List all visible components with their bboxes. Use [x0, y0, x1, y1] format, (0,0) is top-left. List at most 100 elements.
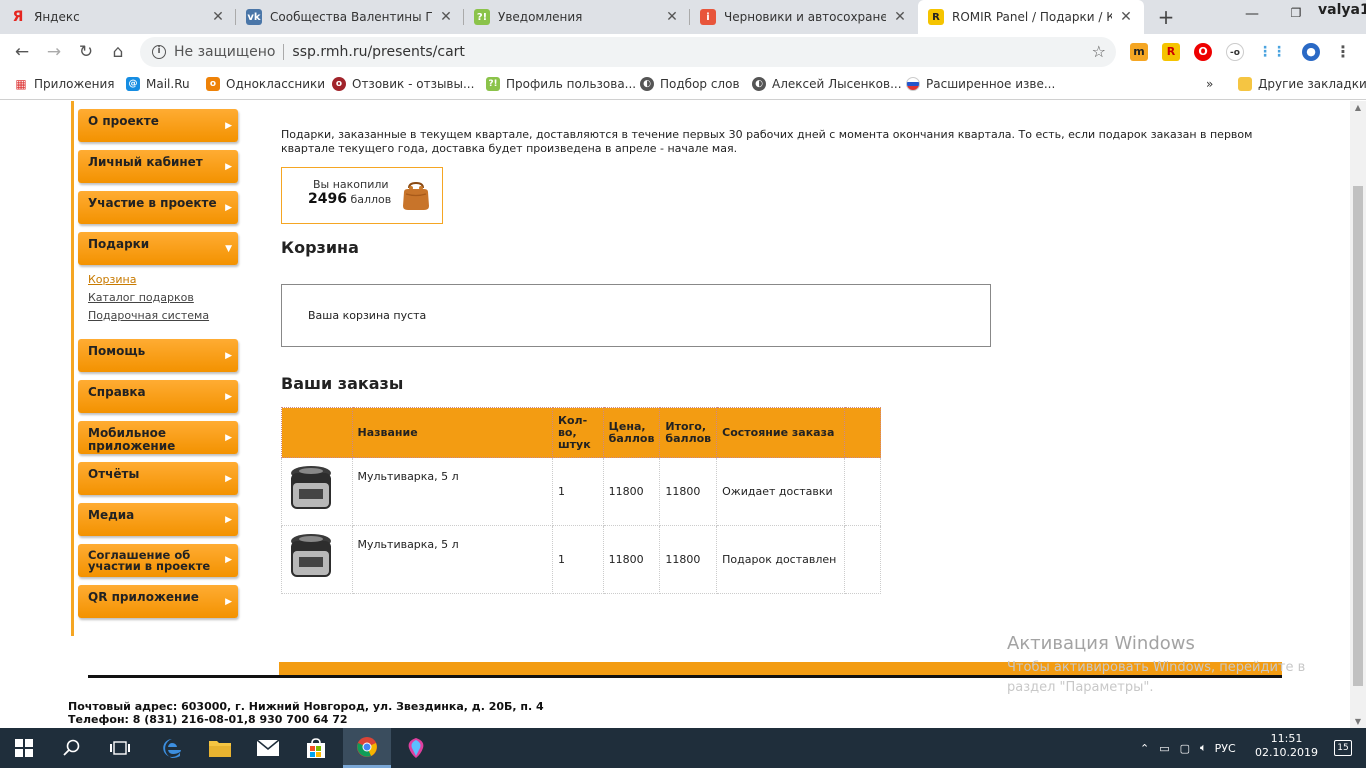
notifications-icon[interactable]: 15 — [1334, 740, 1352, 756]
task-view-icon[interactable] — [96, 728, 144, 768]
extension-opera-icon[interactable]: O — [1194, 43, 1212, 61]
reload-icon[interactable]: ↻ — [74, 40, 98, 64]
paint-app-icon[interactable] — [392, 728, 440, 768]
apps-grid-icon[interactable]: ⋮⋮ — [1258, 43, 1286, 61]
product-image[interactable] — [281, 525, 353, 594]
forward-icon[interactable]: → — [42, 40, 66, 64]
phone-value: 8 (831) 216-08-01,8 930 700 64 72 — [132, 713, 348, 726]
sidebar-item-participation[interactable]: Участие в проекте ▶ — [78, 191, 238, 224]
submenu-cart[interactable]: Корзина — [88, 271, 238, 289]
search-icon[interactable] — [48, 728, 96, 768]
bookmark-extended[interactable]: Расширенное изве... — [906, 77, 1055, 91]
scrollbar-thumb[interactable] — [1353, 186, 1363, 686]
sidebar-item-gifts[interactable]: Подарки ▼ — [78, 232, 238, 265]
sidebar-item-mobile-app[interactable]: Мобильное приложение ▶ — [78, 421, 238, 454]
more-bookmarks-icon[interactable]: » — [1206, 77, 1213, 91]
restore-icon[interactable]: ❐ — [1286, 6, 1306, 20]
new-tab-button[interactable]: + — [1154, 5, 1178, 29]
input-language[interactable]: РУС — [1215, 742, 1236, 755]
close-icon[interactable]: ✕ — [210, 9, 226, 25]
volume-icon[interactable]: 🔈︎ — [1200, 741, 1207, 755]
tab-yandex[interactable]: Я Яндекс ✕ — [0, 0, 236, 34]
sidebar-item-reports[interactable]: Отчёты ▶ — [78, 462, 238, 495]
yandex-icon: Я — [12, 9, 24, 25]
order-status: Ожидает доставки — [716, 457, 846, 526]
mailru-icon: @ — [126, 77, 140, 91]
wallet-icon — [403, 181, 429, 210]
windows-activation-title: Активация Windows — [1007, 633, 1195, 654]
edge-icon[interactable] — [148, 728, 196, 768]
file-explorer-icon[interactable] — [196, 728, 244, 768]
order-name[interactable]: Мультиварка, 5 л — [351, 525, 553, 594]
account-icon[interactable]: ● — [1302, 43, 1320, 61]
profile-icon: ?! — [486, 77, 500, 91]
network-icon[interactable]: ▭ — [1159, 742, 1169, 755]
store-icon[interactable] — [292, 728, 340, 768]
bookmark-otzovik[interactable]: о Отзовик - отзывы... — [332, 77, 474, 91]
sidebar-item-qr-app[interactable]: QR приложение ▶ — [78, 585, 238, 618]
extension-o-icon[interactable]: -o — [1226, 43, 1244, 61]
star-icon[interactable]: ☆ — [1092, 42, 1106, 61]
home-icon[interactable]: ⌂ — [106, 40, 130, 64]
sidebar-item-reference[interactable]: Справка ▶ — [78, 380, 238, 413]
cart-title: Корзина — [281, 238, 359, 257]
scroll-down-icon[interactable]: ▼ — [1350, 717, 1366, 726]
menu-dots-icon[interactable]: ⋮ — [1334, 43, 1352, 61]
col-price: Цена, баллов — [602, 407, 661, 458]
windows-taskbar: ⌃ ▭ ▢ 🔈︎ РУС 11:51 02.10.2019 15 — [0, 728, 1366, 768]
bookmark-odnoklassniki[interactable]: о Одноклассники — [206, 77, 325, 91]
close-icon[interactable]: ✕ — [438, 9, 454, 25]
sidebar-item-account[interactable]: Личный кабинет ▶ — [78, 150, 238, 183]
submenu-catalog[interactable]: Каталог подарков — [88, 289, 238, 307]
chevron-right-icon: ▶ — [225, 392, 232, 402]
submenu-gift-system[interactable]: Подарочная система — [88, 307, 238, 325]
scroll-up-icon[interactable]: ▲ — [1350, 103, 1366, 112]
order-name[interactable]: Мультиварка, 5 л — [351, 457, 553, 526]
chevron-right-icon: ▶ — [225, 121, 232, 131]
sidebar-item-media[interactable]: Медиа ▶ — [78, 503, 238, 536]
network-wired-icon[interactable]: ▢ — [1180, 742, 1190, 755]
chrome-taskbar-icon[interactable] — [343, 728, 391, 768]
back-icon[interactable]: ← — [10, 40, 34, 64]
taskbar-clock[interactable]: 11:51 02.10.2019 — [1255, 732, 1318, 760]
close-icon[interactable]: ✕ — [892, 9, 908, 25]
drafts-icon: i — [700, 9, 716, 25]
address-bar[interactable]: i Не защищено ssp.rmh.ru/presents/cart ☆ — [140, 37, 1116, 67]
col-status: Состояние заказа — [716, 407, 846, 458]
bookmark-apps[interactable]: ▦ Приложения — [14, 77, 114, 91]
bookmark-word-picker[interactable]: ◐ Подбор слов — [640, 77, 740, 91]
bookmark-aleksey[interactable]: ◐ Алексей Лысенков... — [752, 77, 902, 91]
windows-start-icon[interactable] — [0, 728, 48, 768]
sidebar-item-about[interactable]: О проекте ▶ — [78, 109, 238, 142]
tray-chevron-up-icon[interactable]: ⌃ — [1140, 742, 1149, 755]
page-scrollbar[interactable]: ▲ ▼ — [1350, 101, 1366, 728]
bookmark-mailru[interactable]: @ Mail.Ru — [126, 77, 190, 91]
bookmark-profile[interactable]: ?! Профиль пользова... — [486, 77, 636, 91]
order-price: 11800 — [602, 457, 661, 526]
tab-drafts[interactable]: i Черновики и автосохранения ✕ — [690, 0, 918, 34]
product-image[interactable] — [281, 457, 353, 526]
url-text[interactable]: ssp.rmh.ru/presents/cart — [292, 44, 465, 60]
profile-name[interactable]: valya1 — [1318, 2, 1366, 18]
delivery-notice: Подарки, заказанные в текущем квартале, … — [281, 128, 1253, 155]
tab-romir-active[interactable]: R ROMIR Panel / Подарки / Кор ✕ — [918, 0, 1144, 34]
close-icon[interactable]: ✕ — [1118, 9, 1134, 25]
info-icon[interactable]: i — [152, 45, 166, 59]
close-icon[interactable]: ✕ — [664, 9, 680, 25]
tab-vk[interactable]: vk Сообщества Валентины Пилу ✕ — [236, 0, 464, 34]
extension-r-icon[interactable]: R — [1162, 43, 1180, 61]
bookmark-other[interactable]: Другие закладки — [1238, 77, 1366, 91]
chevron-right-icon: ▶ — [225, 515, 232, 525]
minimize-icon[interactable]: — — [1242, 6, 1262, 22]
extension-m-icon[interactable]: m — [1130, 43, 1148, 61]
mail-icon[interactable] — [244, 728, 292, 768]
sidebar-item-help[interactable]: Помощь ▶ — [78, 339, 238, 372]
sidebar-item-agreement[interactable]: Соглашение об участии в проекте ▶ — [78, 544, 238, 577]
globe-icon: ◐ — [640, 77, 654, 91]
tab-title: Уведомления — [498, 10, 583, 24]
odnoklassniki-icon: о — [206, 77, 220, 91]
apps-icon: ▦ — [15, 77, 27, 91]
tab-notifications[interactable]: ?! Уведомления ✕ — [464, 0, 690, 34]
order-qty: 1 — [551, 525, 604, 594]
romir-icon: R — [928, 9, 944, 25]
